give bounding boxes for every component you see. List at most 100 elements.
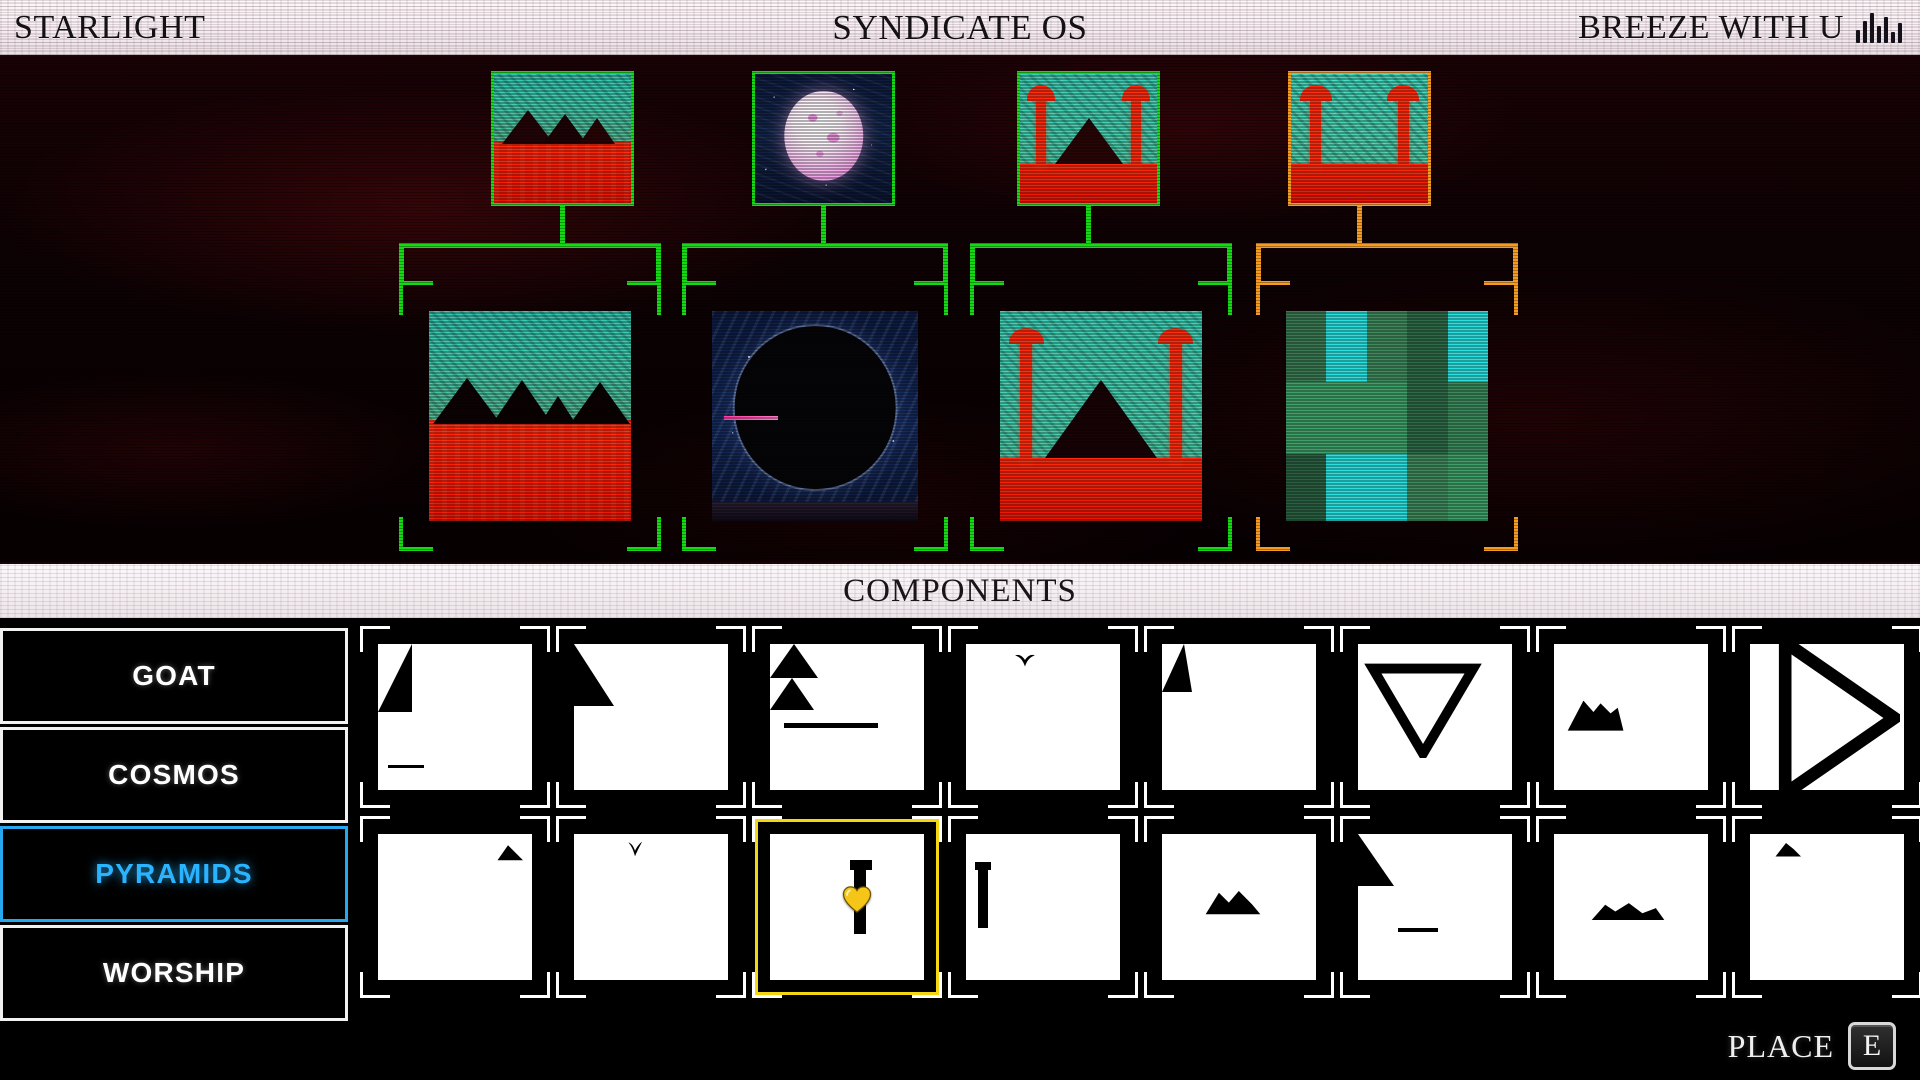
tree-node-thumb-2[interactable]: [752, 71, 895, 206]
tree-connector-2-horizontal: [682, 243, 948, 248]
bracket-bottom-right: [627, 517, 661, 551]
tile-canvas: [574, 834, 728, 980]
tile-canvas: [378, 834, 532, 980]
tree-connector-3-drop-left: [970, 243, 975, 285]
tree-node-thumb-3[interactable]: [1017, 71, 1160, 206]
tree-node-large-4[interactable]: [1256, 281, 1518, 551]
shape-peak-tiny-top: [1775, 843, 1801, 857]
component-tile-1[interactable]: [360, 626, 550, 808]
tree-node-large-3[interactable]: [970, 281, 1232, 551]
bracket-top-left: [399, 281, 433, 315]
category-worship[interactable]: WORSHIP: [0, 925, 348, 1021]
category-cosmos[interactable]: COSMOS: [0, 727, 348, 823]
component-tile-6[interactable]: [1340, 626, 1530, 808]
category-goat[interactable]: GOAT: [0, 628, 348, 724]
starlight-label: STARLIGHT: [14, 8, 206, 46]
equalizer-icon: [1856, 12, 1902, 43]
bracket-top-left: [970, 281, 1004, 315]
component-tile-3[interactable]: [752, 626, 942, 808]
tile-canvas: [1554, 834, 1708, 980]
component-tile-9[interactable]: [360, 816, 550, 998]
component-tile-4[interactable]: [948, 626, 1138, 808]
place-action[interactable]: PLACE E: [1728, 1022, 1896, 1070]
tree-connector-1-vertical: [560, 206, 565, 243]
bracket-top-right: [1198, 281, 1232, 315]
shape-ridge-low: [1591, 903, 1665, 920]
shape-triangle-right-outline: [1778, 644, 1900, 790]
tree-node-large-1[interactable]: [399, 281, 661, 551]
components-title: COMPONENTS: [843, 572, 1077, 609]
artwork-eclipse-large: [712, 311, 918, 521]
shape-triangle-down-outline: [1364, 663, 1482, 758]
tree-connector-2-drop-left: [682, 243, 687, 285]
component-grid-row-1: [360, 626, 1920, 808]
tree-connector-3-horizontal: [970, 243, 1232, 248]
topbar-right: BREEZE WITH U: [1578, 10, 1902, 45]
bracket-top-right: [914, 281, 948, 315]
component-tile-13[interactable]: [1144, 816, 1334, 998]
component-tile-5[interactable]: [1144, 626, 1334, 808]
artwork-obelisk-alt-small: [1291, 74, 1428, 203]
component-tile-11-selected[interactable]: [752, 816, 942, 998]
tile-canvas: [966, 644, 1120, 790]
shape-pyramid-left-tall: [378, 644, 412, 712]
tile-canvas: [966, 834, 1120, 980]
artwork-grid-cyan-undecoded: [1286, 311, 1488, 521]
top-bar: STARLIGHT SYNDICATE OS BREEZE WITH U: [0, 0, 1920, 57]
component-tile-16[interactable]: [1732, 816, 1920, 998]
component-tile-10[interactable]: [556, 816, 746, 998]
shape-pyramid-slope-right: [574, 644, 614, 706]
tile-canvas: [770, 644, 924, 790]
tech-tree-panel: Decoded: 100%: [0, 57, 1920, 562]
tile-canvas: [1358, 834, 1512, 980]
bracket-bottom-right: [1484, 517, 1518, 551]
tree-connector-4-vertical: [1357, 206, 1362, 243]
tree-node-thumb-4[interactable]: [1288, 71, 1431, 206]
bracket-top-right: [627, 281, 661, 315]
bracket-bottom-right: [914, 517, 948, 551]
components-body: GOAT COSMOS PYRAMIDS WORSHIP PLACE E: [0, 620, 1920, 1080]
component-tile-15[interactable]: [1536, 816, 1726, 998]
component-tile-8[interactable]: [1732, 626, 1920, 808]
tile-canvas: [378, 644, 532, 790]
shape-bird-small: [1015, 654, 1035, 667]
category-list: GOAT COSMOS PYRAMIDS WORSHIP: [0, 628, 348, 1024]
tile-canvas: [1162, 834, 1316, 980]
shape-pyramid-right-angle: [1358, 834, 1394, 886]
tile-canvas: [1554, 644, 1708, 790]
place-label: PLACE: [1727, 1027, 1834, 1064]
tile-canvas: [1162, 644, 1316, 790]
shape-rocky-peaks: [1567, 700, 1624, 731]
artwork-obelisk-large: [1000, 311, 1202, 521]
tree-connector-2-vertical: [821, 206, 826, 243]
artwork-obelisk-small: [1020, 74, 1157, 203]
component-tile-7[interactable]: [1536, 626, 1726, 808]
bracket-top-right: [1484, 281, 1518, 315]
heart-cursor-icon: [842, 886, 872, 913]
app-root: STARLIGHT SYNDICATE OS BREEZE WITH U COM…: [0, 0, 1920, 1080]
components-header: COMPONENTS: [0, 562, 1920, 620]
place-key-button[interactable]: E: [1848, 1022, 1896, 1070]
shape-twin-peaks-small: [1205, 891, 1261, 915]
shape-bird-tiny: [628, 841, 643, 857]
bracket-top-left: [1256, 281, 1290, 315]
component-tile-12[interactable]: [948, 816, 1138, 998]
tile-canvas: [770, 834, 924, 980]
component-tile-2[interactable]: [556, 626, 746, 808]
tree-connector-1-drop-left: [399, 243, 404, 285]
tree-node-thumb-1[interactable]: [491, 71, 634, 206]
bracket-bottom-left: [682, 517, 716, 551]
category-pyramids[interactable]: PYRAMIDS: [0, 826, 348, 922]
shape-twin-peaks: [770, 644, 818, 678]
tree-connector-1-horizontal: [399, 243, 661, 248]
bracket-bottom-left: [970, 517, 1004, 551]
component-grid: [360, 626, 1920, 1006]
tree-connector-1-drop-right: [656, 243, 661, 285]
artwork-pyramids-red-small: [494, 74, 631, 203]
shape-pyramid-narrow: [1162, 644, 1192, 692]
tree-connector-2-drop-right: [943, 243, 948, 285]
component-tile-14[interactable]: [1340, 816, 1530, 998]
tree-connector-4-horizontal: [1256, 243, 1518, 248]
bracket-bottom-left: [399, 517, 433, 551]
tree-node-large-2[interactable]: [682, 281, 948, 551]
